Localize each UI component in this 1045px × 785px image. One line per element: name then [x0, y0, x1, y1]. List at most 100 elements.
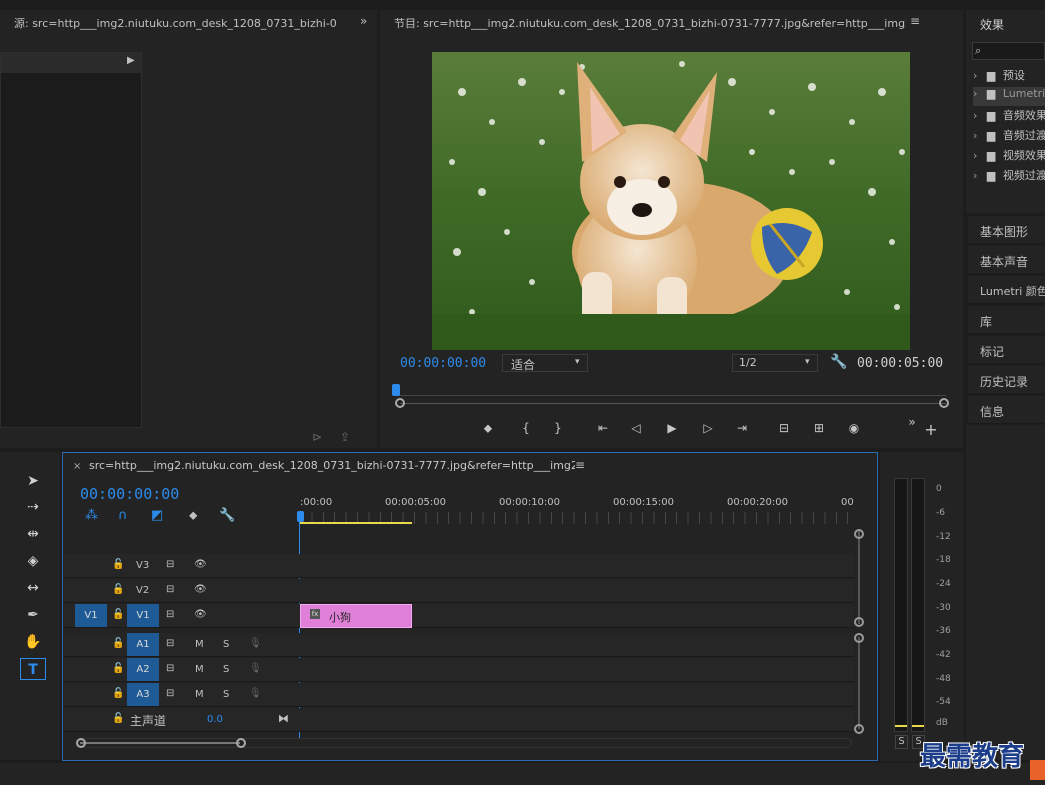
lock-icon[interactable]: 🔓	[112, 559, 124, 570]
linked-selection-icon[interactable]: ◩	[151, 508, 163, 523]
triangle-right-icon[interactable]: ▶	[127, 55, 135, 66]
add-marker-icon[interactable]: ⬥	[189, 508, 197, 523]
lock-icon[interactable]: 🔓	[112, 688, 124, 699]
timeline-timecode[interactable]: 00:00:00:00	[80, 485, 179, 503]
track-name-v2[interactable]: V2	[136, 585, 149, 596]
side-panel-essential-graphics[interactable]: 基本图形	[968, 216, 1045, 244]
effects-item-video-effects[interactable]: › ▆ 视频效果	[973, 147, 1045, 166]
source-panel-title[interactable]: 源: src=http___img2.niutuku.com_desk_1208…	[14, 15, 336, 31]
panel-menu-icon[interactable]: ≡	[910, 14, 920, 28]
meter-solo-left[interactable]: S	[895, 735, 908, 749]
sequence-tab-title[interactable]: src=http___img2.niutuku.com_desk_1208_07…	[89, 459, 575, 472]
track-select-tool-icon[interactable]: ⇢	[20, 496, 46, 518]
mark-out-icon[interactable]: }	[548, 420, 568, 436]
vertical-scroll-video[interactable]	[858, 530, 860, 624]
lift-icon[interactable]: ⊟	[774, 420, 794, 436]
track-row-master[interactable]: 🔓 主声道 0.0 ⧓	[64, 708, 854, 732]
sync-icon[interactable]: ⊟	[166, 584, 174, 595]
solo-button[interactable]: S	[223, 664, 229, 675]
scroll-handle[interactable]	[236, 738, 246, 748]
microphone-icon[interactable]: 🎙	[249, 638, 262, 649]
effects-item-audio-effects[interactable]: › ▆ 音频效果	[973, 107, 1045, 126]
track-name-v3[interactable]: V3	[136, 560, 149, 571]
panel-menu-icon[interactable]: ≡	[575, 458, 585, 472]
effects-panel-title[interactable]: 效果	[980, 16, 1004, 33]
go-to-in-icon[interactable]: ⇤	[593, 420, 613, 436]
effects-search-input[interactable]: ⌕	[972, 42, 1045, 60]
pen-tool-icon[interactable]: ✒	[20, 604, 46, 626]
solo-button[interactable]: S	[223, 689, 229, 700]
mute-button[interactable]: M	[195, 689, 204, 700]
track-row-a2[interactable]: 🔓 A2 ⊟ M S 🎙	[64, 658, 854, 682]
resolution-select[interactable]: 1/2 ▾	[732, 354, 818, 372]
selection-tool-icon[interactable]: ➤	[20, 470, 46, 492]
master-volume-value[interactable]: 0.0	[207, 714, 223, 725]
solo-button[interactable]: S	[223, 639, 229, 650]
wrench-icon[interactable]: 🔧	[219, 508, 235, 523]
double-chevron-right-icon[interactable]: »	[360, 14, 367, 28]
close-icon[interactable]: ×	[73, 461, 81, 472]
extract-icon[interactable]: ⊞	[809, 420, 829, 436]
effects-item-presets[interactable]: › ▆ 预设	[973, 67, 1045, 86]
program-zoom-bar[interactable]	[400, 403, 946, 404]
type-tool-icon[interactable]: T	[20, 658, 46, 680]
scroll-handle[interactable]	[854, 633, 864, 643]
microphone-icon[interactable]: 🎙	[249, 688, 262, 699]
nest-toggle-icon[interactable]: ⁂	[85, 508, 98, 523]
program-panel-title[interactable]: 节目: src=http___img2.niutuku.com_desk_120…	[394, 15, 906, 31]
track-name-a3[interactable]: A3	[127, 683, 159, 706]
export-frame-icon[interactable]: ◉	[844, 420, 864, 436]
video-clip[interactable]: fx 小狗	[300, 604, 412, 628]
track-row-v1[interactable]: V1 🔓 V1 ⊟ 👁	[64, 604, 854, 628]
source-patch-v1[interactable]: V1	[75, 604, 107, 627]
track-row-a1[interactable]: 🔓 A1 ⊟ M S 🎙	[64, 633, 854, 657]
track-name-a2[interactable]: A2	[127, 658, 159, 681]
mark-in-icon[interactable]: {	[516, 420, 536, 436]
side-panel-info[interactable]: 信息	[968, 396, 1045, 424]
add-button-icon[interactable]: +	[921, 422, 941, 438]
track-row-a3[interactable]: 🔓 A3 ⊟ M S 🎙	[64, 683, 854, 707]
track-row-v3[interactable]: 🔓 V3 ⊟ 👁	[64, 554, 854, 578]
scroll-handle[interactable]	[76, 738, 86, 748]
eye-icon[interactable]: 👁	[194, 609, 207, 620]
step-back-icon[interactable]: ◁	[626, 420, 646, 436]
side-panel-libraries[interactable]: 库	[968, 306, 1045, 334]
program-mini-ruler[interactable]	[394, 386, 946, 396]
scroll-handle[interactable]	[854, 617, 864, 627]
zoom-handle-left[interactable]	[395, 398, 405, 408]
lock-icon[interactable]: 🔓	[112, 713, 124, 724]
side-panel-markers[interactable]: 标记	[968, 336, 1045, 364]
sync-icon[interactable]: ⊟	[166, 559, 174, 570]
sync-icon[interactable]: ⊟	[166, 638, 174, 649]
program-video-frame[interactable]	[432, 52, 910, 350]
effects-item-lumetri[interactable]: › ▆ Lumetri	[973, 87, 1045, 106]
sync-icon[interactable]: ⊟	[166, 688, 174, 699]
effects-item-video-transitions[interactable]: › ▆ 视频过渡	[973, 167, 1045, 186]
lock-icon[interactable]: 🔓	[112, 584, 124, 595]
sync-icon[interactable]: ⊟	[166, 609, 174, 620]
scroll-handle[interactable]	[854, 724, 864, 734]
step-forward-icon[interactable]: ▷	[698, 420, 718, 436]
go-to-out-icon[interactable]: ⇥	[732, 420, 752, 436]
mute-button[interactable]: M	[195, 664, 204, 675]
play-icon[interactable]: ▶	[662, 420, 682, 436]
wrench-icon[interactable]: 🔧	[830, 354, 847, 370]
scroll-handle[interactable]	[854, 529, 864, 539]
track-name-a1[interactable]: A1	[127, 633, 159, 656]
effects-item-audio-transitions[interactable]: › ▆ 音频过渡	[973, 127, 1045, 146]
lock-icon[interactable]: 🔓	[112, 638, 124, 649]
razor-tool-icon[interactable]: ◈	[20, 550, 46, 572]
fit-select[interactable]: 适合 ▾	[502, 354, 588, 372]
snap-icon[interactable]: ∩	[118, 508, 128, 523]
vertical-scroll-audio[interactable]	[858, 637, 860, 729]
side-panel-history[interactable]: 历史记录	[968, 366, 1045, 394]
eye-icon[interactable]: 👁	[194, 584, 207, 595]
horizontal-scroll-thumb[interactable]	[80, 742, 240, 744]
track-row-v2[interactable]: 🔓 V2 ⊟ 👁	[64, 579, 854, 603]
side-panel-lumetri-color[interactable]: Lumetri 颜色	[968, 276, 1045, 304]
eye-icon[interactable]: 👁	[194, 559, 207, 570]
add-marker-icon[interactable]: ⬥	[478, 420, 498, 436]
track-name-v1[interactable]: V1	[127, 604, 159, 627]
ripple-edit-tool-icon[interactable]: ⇹	[20, 523, 46, 545]
insert-icon[interactable]: ⊳	[312, 430, 322, 444]
